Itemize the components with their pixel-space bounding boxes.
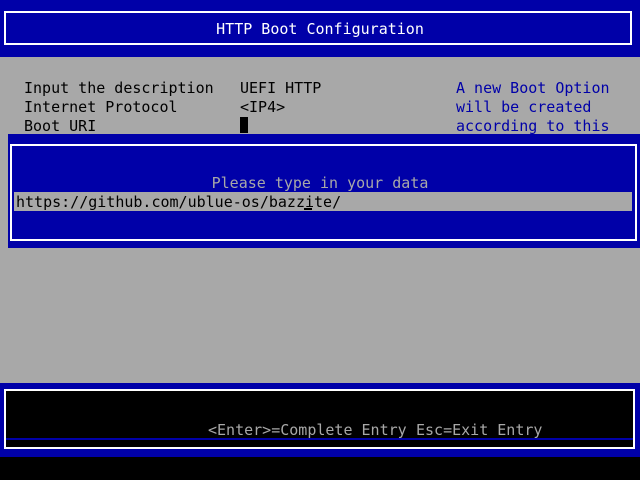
help-text-line-1: A new Boot Option [456, 79, 610, 97]
internet-protocol-select[interactable]: <IP4> [240, 98, 285, 117]
esc-key-hint: Esc=Exit Entry [416, 421, 543, 439]
enter-key-hint: <Enter>=Complete Entry [208, 421, 407, 439]
boot-uri-field[interactable] [240, 117, 248, 133]
internet-protocol-label: Internet Protocol [24, 98, 178, 116]
footer-panel [4, 389, 635, 449]
page-title: HTTP Boot Configuration [216, 20, 424, 38]
uri-input-text: https://github.com/ublue-os/bazzite/ [16, 193, 342, 211]
help-text-line-2: will be created [456, 98, 592, 116]
description-label: Input the description [24, 79, 214, 97]
input-prompt: Please type in your data [211, 174, 429, 192]
text-cursor [304, 208, 312, 210]
description-value[interactable]: UEFI HTTP [240, 79, 321, 98]
